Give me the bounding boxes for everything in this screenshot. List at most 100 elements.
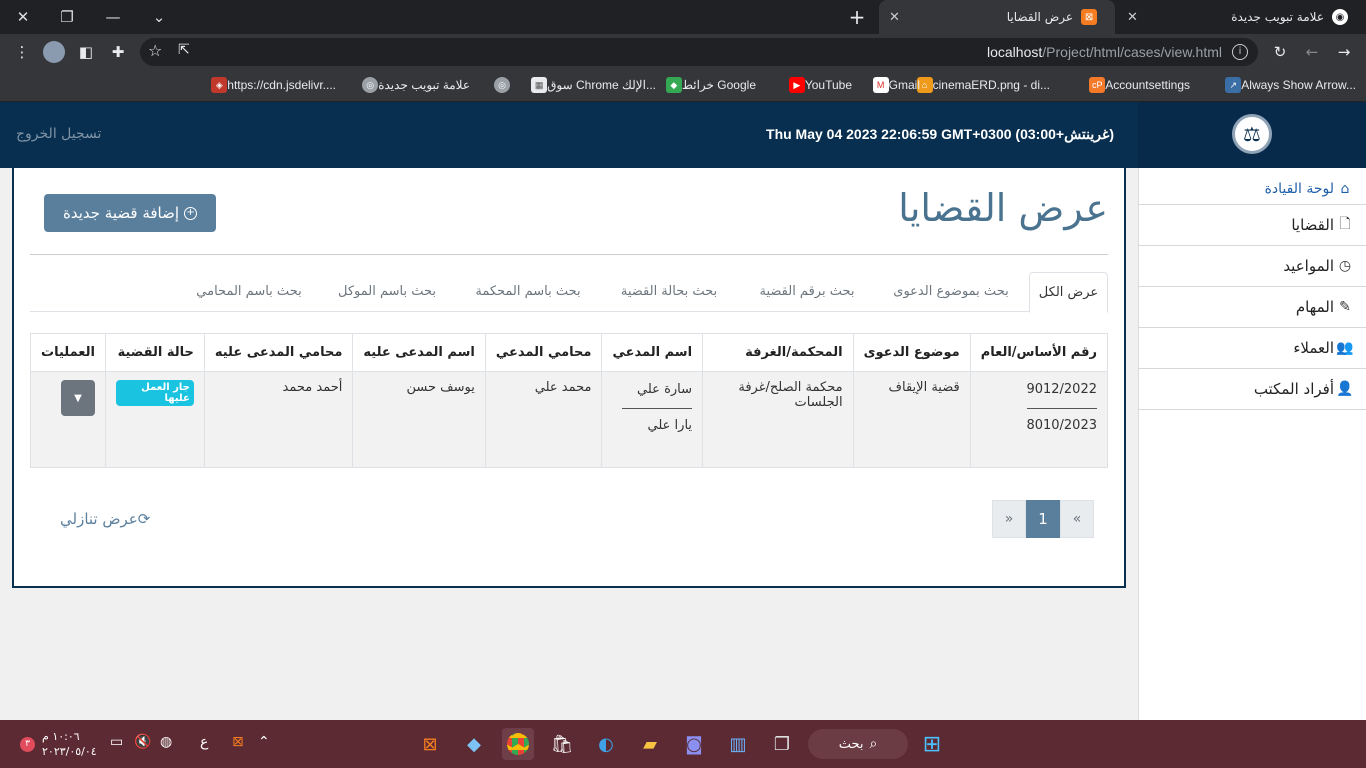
volume-muted-icon[interactable]: 🔇 (134, 734, 151, 750)
notification-count-badge[interactable]: ٣ (20, 737, 35, 752)
bookmark-item[interactable]: ◈ https://cdn.jsdelivr.... (205, 77, 336, 93)
edge-icon[interactable]: ◐ (590, 728, 622, 760)
tab-search-lawyer[interactable]: بحث باسم المحامي (184, 272, 314, 312)
bookmark-item[interactable]: ▦ سوق Chrome الإلك... (525, 77, 656, 93)
3d-viewer-icon[interactable]: ◆ (458, 728, 490, 760)
tasks-icon: ✎ (1339, 299, 1351, 315)
table-header-row: رقم الأساس/العام موضوع الدعوى المحكمة/ال… (30, 333, 1109, 372)
chevron-up-icon[interactable]: ⌃ (258, 734, 270, 750)
task-view-icon[interactable]: ❐ (766, 728, 798, 760)
bookmark-item[interactable]: ↗ Always Show Arrow... (1219, 77, 1356, 93)
browser-tab-strip: ✕ ❐ — ⌄ + ⊠ عرض القضايا ✕ ◉ علامة تبويب … (0, 0, 1366, 34)
sidebar-item-clients[interactable]: 👥 العملاء (1138, 328, 1366, 369)
table-row[interactable]: 9012/2022 8010/2023 قضية الإيقاف محكمة ا… (30, 371, 1109, 468)
tab-search-status[interactable]: بحث بحالة القضية (604, 272, 734, 312)
caret-down-icon: ▼ (74, 392, 82, 404)
start-windows-icon[interactable]: ⊞ (916, 728, 948, 760)
column-header[interactable]: العمليات (30, 333, 106, 372)
column-header[interactable]: رقم الأساس/العام (969, 333, 1109, 372)
sidebar-item-tasks[interactable]: ✎ المهام (1138, 287, 1366, 328)
page-next-button[interactable]: » (992, 500, 1026, 538)
side-panel-icon[interactable]: ◧ (72, 34, 100, 70)
bookmark-item[interactable]: ◆ خرائط Google (660, 77, 756, 93)
column-header[interactable]: محامي المدعي (484, 333, 603, 372)
file-explorer-icon[interactable]: ▰ (634, 728, 666, 760)
youtube-icon: ▶ (788, 77, 805, 93)
add-case-button[interactable]: + إضافة قضية جديدة (44, 194, 216, 232)
system-clock[interactable]: ١٠:٠٦ م ٢٠٢٣/٠٥/٠٤ (42, 729, 97, 759)
page-title: عرض القضايا (898, 186, 1108, 230)
xampp-app-icon[interactable]: ⊠ (414, 728, 446, 760)
share-icon[interactable]: ⇱ (178, 42, 190, 58)
input-language[interactable]: ع (200, 734, 208, 750)
new-tab-button[interactable]: + (843, 0, 871, 34)
subject-cell: قضية الإيقاف (852, 371, 971, 468)
page-current[interactable]: 1 (1026, 500, 1060, 538)
network-globe-icon[interactable]: ◍ (160, 734, 172, 750)
bookmark-item[interactable]: ◎ علامة تبويب جديدة (356, 77, 470, 93)
tab-search-case-number[interactable]: بحث برقم القضية (742, 272, 872, 312)
restore-window-icon[interactable]: ❐ (44, 0, 90, 34)
bookmark-item[interactable]: M Gmail (867, 77, 920, 93)
tab-search-subject[interactable]: بحث بموضوع الدعوى (880, 272, 1022, 312)
site-info-icon[interactable]: i (1232, 44, 1248, 60)
sidebar-item-dashboard[interactable]: ⌂ لوحة القيادة (1138, 168, 1366, 209)
bookmark-item[interactable]: ▶ YouTube (783, 77, 852, 93)
close-tab-icon[interactable]: ✕ (889, 10, 900, 25)
sort-descending-toggle[interactable]: ⟳ عرض تنازلي (60, 510, 154, 528)
profile-avatar[interactable] (40, 34, 68, 70)
tab-search-client[interactable]: بحث باسم الموكل (322, 272, 452, 312)
status-badge: جار العمل عليها (115, 380, 194, 406)
actions-dropdown-button[interactable]: ▼ (60, 380, 95, 416)
tab-search-icon[interactable]: ⌄ (136, 0, 182, 34)
actions-cell: ▼ (30, 371, 106, 468)
column-header[interactable]: اسم المدعى عليه (352, 333, 486, 372)
url-text: localhost/Project/html/cases/view.html (987, 44, 1222, 60)
bookmark-item[interactable]: ⌂ cinemaERD.png - di... (911, 77, 1050, 93)
sidebar-item-staff[interactable]: 👤 أفراد المكتب (1138, 369, 1366, 410)
teams-chat-icon[interactable]: ◙ (678, 728, 710, 760)
widgets-icon[interactable]: ▥ (722, 728, 754, 760)
column-header[interactable]: محامي المدعى عليه (203, 333, 354, 372)
tab-view-cases[interactable]: ⊠ عرض القضايا ✕ (879, 0, 1115, 34)
address-bar[interactable]: ☆ ⇱ localhost/Project/html/cases/view.ht… (140, 38, 1258, 66)
xampp-tray-icon[interactable]: ⊠ (232, 734, 244, 750)
divider (30, 254, 1108, 255)
forward-icon[interactable]: ← (1298, 34, 1326, 70)
back-icon[interactable]: → (1330, 34, 1358, 70)
separator-line (1027, 408, 1097, 410)
plus-circle-icon: + (184, 206, 198, 220)
taskbar-search[interactable]: ⌕ بحث (808, 729, 908, 759)
tab-show-all[interactable]: عرض الكل (1029, 272, 1108, 313)
bookmark-star-icon[interactable]: ☆ (148, 41, 162, 60)
separator-line (622, 408, 693, 410)
jsdelivr-icon: ◈ (211, 77, 228, 93)
extensions-icon[interactable]: ✚ (104, 34, 132, 70)
file-icon: 🗋 (1339, 216, 1351, 232)
column-header[interactable]: موضوع الدعوى (852, 333, 971, 372)
menu-icon[interactable]: ⋮ (8, 34, 36, 70)
minimize-window-icon[interactable]: — (90, 0, 136, 34)
tab-search-court[interactable]: بحث باسم المحكمة (460, 272, 596, 312)
column-header[interactable]: حالة القضية (104, 333, 205, 372)
plaintiff-lawyer-cell: محمد علي (484, 371, 603, 468)
sidebar-item-cases[interactable]: 🗋 القضايا (1138, 205, 1366, 246)
tab-title: علامة تبويب جديدة (1231, 10, 1324, 24)
column-header[interactable]: المحكمة/الغرفة (702, 333, 854, 372)
battery-icon[interactable]: ▭ (110, 734, 123, 750)
clock-icon: ◷ (1338, 258, 1352, 274)
logout-link[interactable]: تسجيل الخروج (16, 126, 101, 142)
chrome-app-icon[interactable] (502, 728, 534, 760)
close-window-icon[interactable]: ✕ (0, 0, 46, 34)
bookmark-item[interactable]: cP Accountsettings (1083, 77, 1190, 93)
column-header[interactable]: اسم المدعي (601, 333, 704, 372)
scales-of-justice-logo-icon[interactable]: ⚖ (1232, 114, 1272, 154)
tab-new-tab[interactable]: ◉ علامة تبويب جديدة ✕ (1117, 0, 1366, 34)
globe-icon: ◎ (362, 77, 379, 93)
sidebar-item-appointments[interactable]: ◷ المواعيد (1138, 246, 1366, 287)
store-icon[interactable]: 🛍 (546, 728, 578, 760)
bookmark-item[interactable]: ◎ (488, 77, 510, 93)
close-tab-icon[interactable]: ✕ (1127, 10, 1138, 25)
page-prev-button[interactable]: « (1060, 500, 1094, 538)
reload-icon[interactable]: ↻ (1266, 34, 1294, 70)
